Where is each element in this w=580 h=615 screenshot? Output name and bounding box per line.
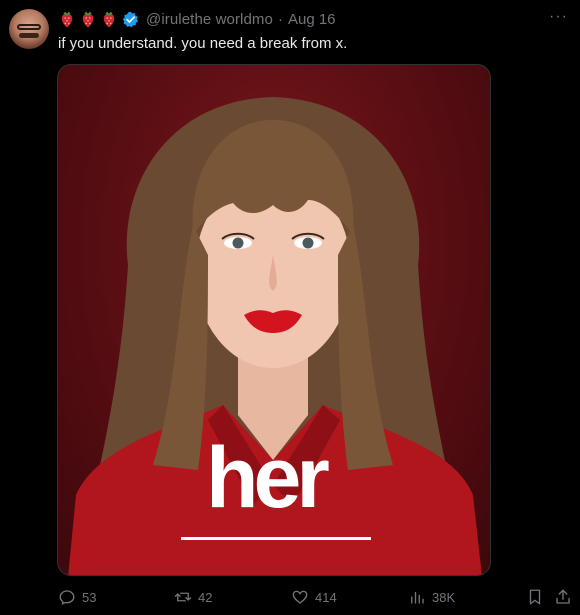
views-button[interactable]: 38K [408, 588, 455, 606]
tweet-date[interactable]: Aug 16 [288, 11, 336, 28]
view-count: 38K [432, 589, 456, 605]
repost-count: 42 [198, 589, 213, 605]
reply-icon [59, 590, 75, 605]
share-icon [556, 589, 570, 604]
like-button[interactable]: 414 [291, 588, 337, 606]
separator-dot: · [277, 10, 283, 28]
verified-badge-icon[interactable] [122, 11, 139, 28]
avatar-mustache [19, 33, 39, 38]
poster-title-underline [181, 537, 371, 540]
reply-button[interactable]: 53 [58, 588, 96, 606]
avatar[interactable] [9, 9, 49, 49]
bookmark-button[interactable] [526, 588, 544, 606]
repost-button[interactable]: 42 [174, 588, 212, 606]
avatar-glasses [17, 24, 41, 30]
tweet-media-image[interactable]: her [57, 64, 491, 576]
strawberry-icon [82, 11, 94, 28]
poster-title: her [206, 430, 330, 526]
tweet-header: @irulethe worldmo · Aug 16 [58, 9, 336, 29]
bookmark-icon [529, 589, 541, 605]
heart-icon [292, 590, 308, 604]
repost-icon [174, 592, 192, 602]
share-button[interactable] [554, 588, 572, 606]
like-count: 414 [315, 589, 337, 605]
strawberry-icon [103, 11, 115, 28]
strawberry-icon [61, 11, 73, 28]
author-handle[interactable]: @irulethe worldmo [146, 11, 273, 28]
tweet-actions: 53 42 414 38K [0, 588, 580, 610]
tweet-text: if you understand. you need a break from… [58, 35, 348, 52]
analytics-icon [411, 591, 424, 604]
reply-count: 53 [82, 589, 97, 605]
more-options-icon[interactable]: ··· [549, 9, 568, 25]
